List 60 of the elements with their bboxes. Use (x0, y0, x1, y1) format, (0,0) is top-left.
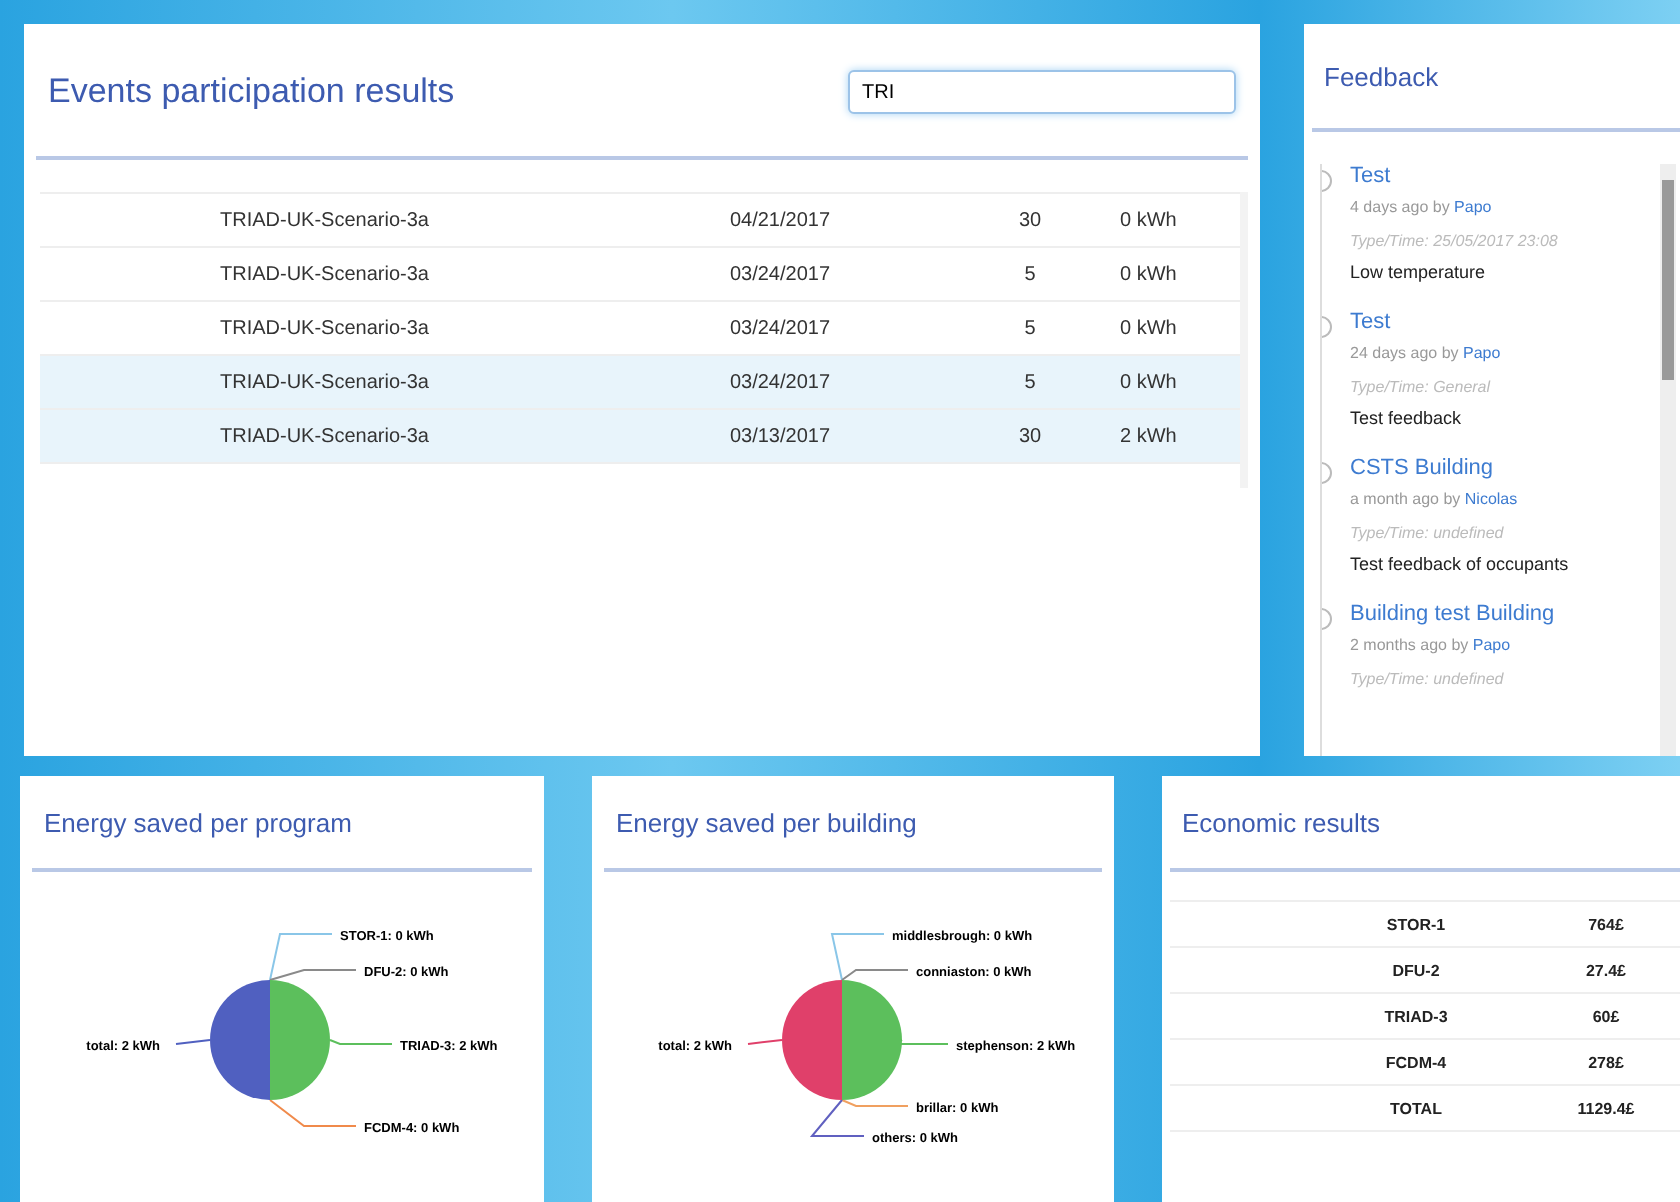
table-cell-text: TOTAL (1388, 1099, 1444, 1117)
author-link[interactable]: Papo (1463, 344, 1501, 362)
feedback-type: Type/Time: 25/05/2017 23:08 (1350, 232, 1560, 250)
feedback-text: Test feedback of occupants (1350, 554, 1571, 574)
table-cell-text: 0 kWh (1120, 371, 1179, 393)
leader-line (175, 1039, 211, 1045)
feedback-title[interactable]: Test (1350, 164, 1660, 188)
panel-title: Energy saved per building (616, 807, 917, 837)
table-cell-text: 60£ (1590, 1007, 1622, 1025)
author-link[interactable]: Nicolas (1464, 490, 1518, 508)
feedback-text: Low temperature (1350, 262, 1488, 282)
feedback-type: Type/Time: General (1350, 378, 1493, 396)
author-link[interactable]: Papo (1454, 198, 1492, 216)
feedback-title[interactable]: Test (1350, 310, 1660, 334)
table-cell-text: 0 kWh (1120, 263, 1179, 285)
table-cell-text: TRIAD-UK-Scenario-3a (220, 209, 431, 231)
table-cell-text: 0 kWh (1120, 209, 1179, 231)
panel-title: Events participation results (48, 72, 455, 112)
table-cell-text: 03/13/2017 (727, 425, 833, 447)
feedback-meta: a month ago by (1350, 490, 1461, 508)
feedback-meta: 4 days ago by (1350, 198, 1450, 216)
table-cell-text: 03/24/2017 (727, 371, 833, 393)
table-cell-text: TRIAD-UK-Scenario-3a (220, 425, 431, 447)
table-cell-text: 30 (1016, 425, 1044, 447)
panel-title: Feedback (1324, 61, 1439, 91)
table-cell-text: 764£ (1586, 915, 1626, 933)
panel-title: Energy saved per program (44, 807, 352, 837)
feedback-type: Type/Time: undefined (1350, 524, 1506, 542)
table-cell-text: 278£ (1586, 1053, 1626, 1071)
table-cell-text: TRIAD-UK-Scenario-3a (220, 263, 431, 285)
table-cell-text: 5 (1022, 263, 1038, 285)
table-cell-text: 1129.4£ (1575, 1099, 1637, 1117)
search-field[interactable]: TRI (848, 70, 1236, 114)
table-cell-text: 0 kWh (1120, 317, 1179, 339)
table-cell-text: 04/21/2017 (727, 209, 833, 231)
leader-line (269, 1099, 357, 1127)
feedback-text: Test feedback (1350, 408, 1464, 428)
feedback-type: Type/Time: undefined (1350, 670, 1506, 688)
table-cell-text: 5 (1022, 371, 1038, 393)
table-cell-text: FCDM-4 (1383, 1053, 1449, 1071)
table-cell-text: 2 kWh (1120, 425, 1179, 447)
panel-title: Economic results (1182, 807, 1380, 837)
table-cell-text: STOR-1 (1384, 915, 1448, 933)
scrollbar[interactable] (1660, 164, 1676, 756)
table-cell-text: 5 (1022, 317, 1038, 339)
feedback-title[interactable]: CSTS Building (1350, 456, 1660, 480)
author-link[interactable]: Papo (1472, 636, 1511, 654)
leader-line (329, 1039, 393, 1045)
feedback-meta: 24 days ago by (1350, 344, 1459, 362)
table-cell-text: 27.4£ (1583, 961, 1629, 979)
table-cell-text: 03/24/2017 (727, 263, 833, 285)
leader-line (747, 1039, 783, 1045)
table-cell-text: TRIAD-UK-Scenario-3a (220, 371, 431, 393)
table-cell-text: TRIAD-UK-Scenario-3a (220, 317, 431, 339)
table-cell-text: DFU-2 (1390, 961, 1442, 979)
feedback-title[interactable]: Building test Building (1350, 602, 1660, 626)
feedback-meta: 2 months ago by (1350, 636, 1469, 654)
table-cell-text: 30 (1016, 209, 1044, 231)
table-cell-text: TRIAD-3 (1382, 1007, 1450, 1025)
table-cell-text: 03/24/2017 (727, 317, 833, 339)
